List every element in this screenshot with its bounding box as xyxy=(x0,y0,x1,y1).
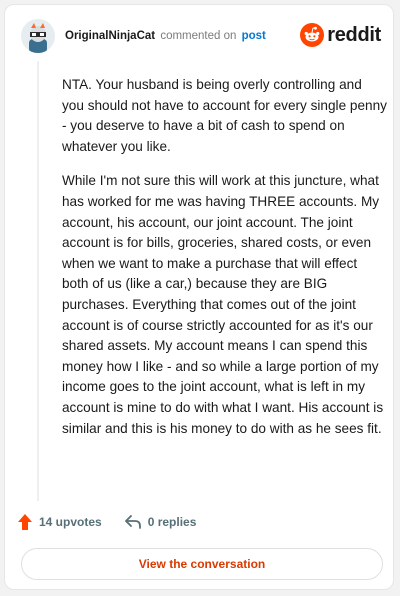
reddit-wordmark: reddit xyxy=(327,23,381,46)
comment-card: OriginalNinjaCat commented on post reddi… xyxy=(4,4,394,590)
reply-button[interactable]: 0 replies xyxy=(124,514,197,530)
comment-header: OriginalNinjaCat commented on post reddi… xyxy=(21,19,381,59)
reddit-brand[interactable]: reddit xyxy=(300,21,381,49)
comment-paragraph-2: While I'm not sure this will work at thi… xyxy=(62,173,384,436)
comment-actions: 14 upvotes 0 replies xyxy=(17,513,218,531)
action-text: commented on xyxy=(160,30,237,42)
upvote-arrow-icon xyxy=(18,514,32,530)
upvote-button[interactable]: 14 upvotes xyxy=(17,513,102,531)
upvote-count: 14 upvotes xyxy=(39,515,102,529)
thread-line xyxy=(37,61,39,501)
byline: OriginalNinjaCat commented on post xyxy=(65,30,266,42)
comment-body: NTA. Your husband is being overly contro… xyxy=(62,75,387,453)
reply-arrow-icon xyxy=(124,515,141,529)
reply-count: 0 replies xyxy=(147,515,197,529)
view-conversation-button[interactable]: View the conversation xyxy=(21,548,383,580)
avatar[interactable] xyxy=(21,19,55,53)
username-link[interactable]: OriginalNinjaCat xyxy=(65,30,155,42)
post-link[interactable]: post xyxy=(242,30,266,42)
comment-paragraph-1: NTA. Your husband is being overly contro… xyxy=(62,77,387,154)
avatar-image xyxy=(21,19,55,53)
reddit-logo-icon xyxy=(300,23,325,47)
